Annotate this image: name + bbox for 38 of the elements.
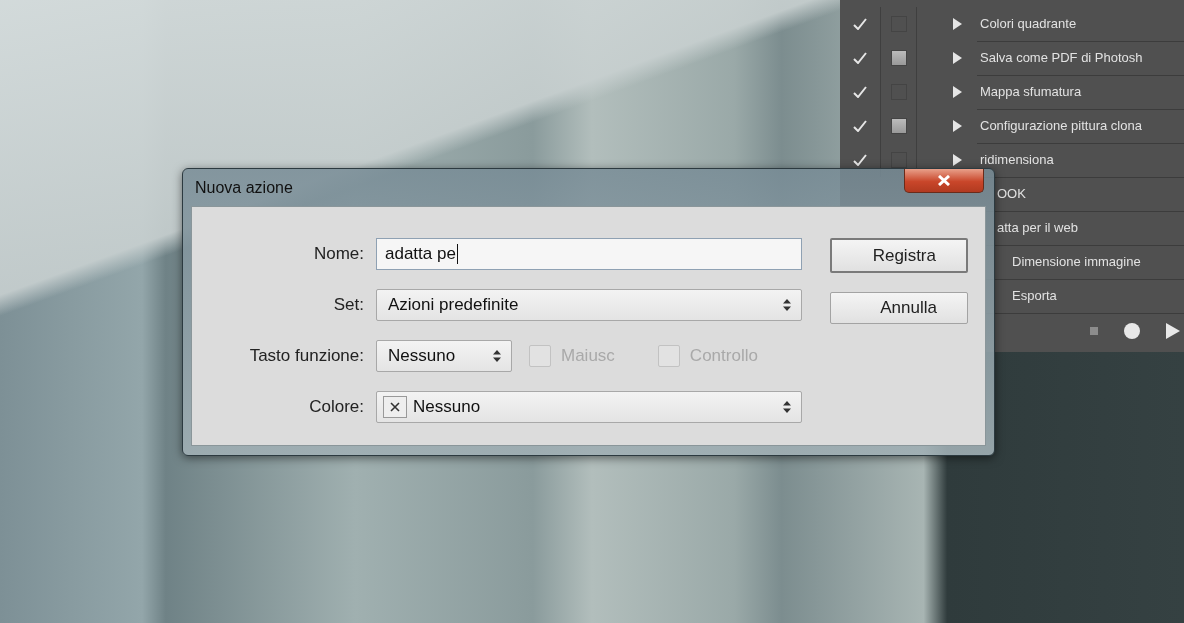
- dialog-toggle[interactable]: [890, 50, 907, 66]
- checkmark-icon[interactable]: [853, 18, 867, 30]
- input-value: adatta pe: [385, 244, 456, 264]
- dialog-toggle[interactable]: [890, 152, 907, 168]
- action-set-item[interactable]: Configurazione pittura clona: [977, 108, 1184, 144]
- checkmark-icon[interactable]: [853, 86, 867, 98]
- set-dropdown[interactable]: Azioni predefinite: [376, 289, 802, 321]
- field-label: Tasto funzione:: [249, 346, 364, 366]
- color-dropdown[interactable]: Nessuno: [376, 391, 802, 423]
- checkmark-icon[interactable]: [853, 52, 867, 64]
- name-input-field[interactable]: adatta pe: [376, 238, 802, 270]
- updown-arrows-icon: [783, 299, 791, 311]
- dialog-button[interactable]: Registra: [830, 238, 968, 273]
- play-icon[interactable]: [1166, 323, 1180, 339]
- field-label: Set:: [333, 295, 364, 315]
- text-cursor: [456, 244, 458, 264]
- updown-arrows-icon: [493, 350, 501, 362]
- field-label: Colore:: [309, 397, 364, 417]
- checkmark-icon[interactable]: [853, 154, 867, 166]
- action-set-item[interactable]: Colori quadrante: [977, 6, 1184, 42]
- updown-arrows-icon: [783, 401, 791, 413]
- dialog-button[interactable]: Annulla: [830, 292, 968, 324]
- field-label: Nome:: [313, 244, 364, 264]
- close-icon: [938, 175, 950, 186]
- function-key-dropdown[interactable]: Nessuno: [376, 340, 512, 372]
- action-set-item[interactable]: Salva come PDF di Photosh: [977, 40, 1184, 76]
- expand-triangle-icon[interactable]: [952, 120, 962, 132]
- record-icon[interactable]: [1124, 323, 1140, 339]
- window-title: Nuova azione: [194, 178, 293, 197]
- action-set-item[interactable]: Mappa sfumatura: [977, 74, 1184, 110]
- dialog-toggle[interactable]: [890, 118, 907, 134]
- expand-triangle-icon[interactable]: [952, 52, 962, 64]
- checkmark-icon[interactable]: [853, 120, 867, 132]
- cross-icon: [390, 402, 400, 412]
- expand-triangle-icon[interactable]: [952, 86, 962, 98]
- expand-triangle-icon[interactable]: [952, 18, 962, 30]
- expand-triangle-icon[interactable]: [952, 154, 962, 166]
- close-button[interactable]: [904, 169, 984, 193]
